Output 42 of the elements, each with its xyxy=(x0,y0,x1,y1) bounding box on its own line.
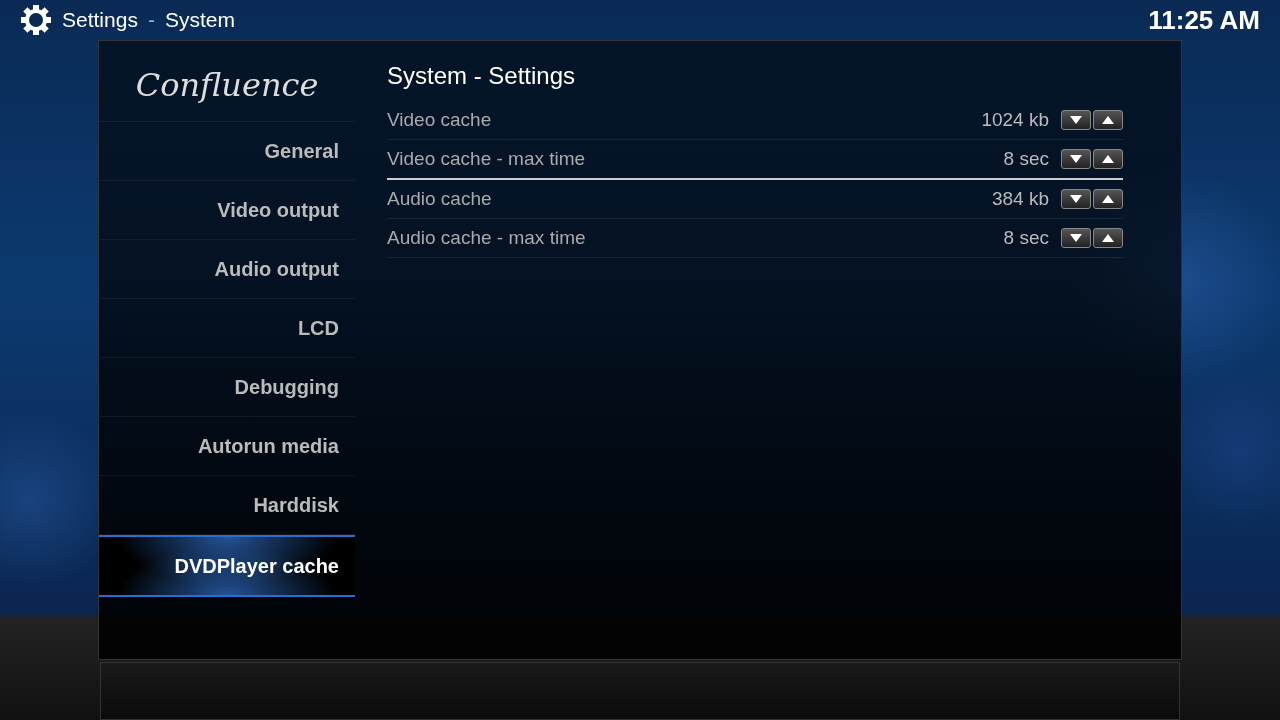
setting-value: 384 kb xyxy=(991,188,1049,210)
setting-row[interactable]: Audio cache - max time 8 sec xyxy=(387,219,1123,258)
setting-value: 8 sec xyxy=(1003,227,1049,249)
header-section: Settings xyxy=(62,8,138,32)
sidebar-item[interactable]: Debugging xyxy=(99,358,355,417)
decrease-button[interactable] xyxy=(1061,110,1091,130)
up-arrow-icon xyxy=(1102,155,1114,163)
increase-button[interactable] xyxy=(1093,189,1123,209)
setting-row[interactable]: Video cache - max time 8 sec xyxy=(387,140,1123,180)
setting-value: 1024 kb xyxy=(981,109,1049,131)
down-arrow-icon xyxy=(1070,116,1082,124)
content-title: System - Settings xyxy=(387,61,577,91)
clock: 11:25 AM xyxy=(1148,4,1260,36)
down-arrow-icon xyxy=(1070,155,1082,163)
settings-icon xyxy=(20,4,52,36)
setting-label: Video cache xyxy=(387,109,493,131)
setting-label: Video cache - max time xyxy=(387,148,587,170)
sidebar-item[interactable]: Audio output xyxy=(99,240,355,299)
sidebar-item[interactable]: Autorun media xyxy=(99,417,355,476)
down-arrow-icon xyxy=(1070,234,1082,242)
increase-button[interactable] xyxy=(1093,149,1123,169)
setting-label: Audio cache - max time xyxy=(387,227,587,249)
decrease-button[interactable] xyxy=(1061,228,1091,248)
setting-label: Audio cache xyxy=(387,188,493,210)
up-arrow-icon xyxy=(1102,234,1114,242)
setting-row[interactable]: Audio cache 384 kb xyxy=(387,180,1123,219)
up-arrow-icon xyxy=(1102,195,1114,203)
sidebar-item[interactable]: LCD xyxy=(99,299,355,358)
header-separator: - xyxy=(147,8,155,32)
increase-button[interactable] xyxy=(1093,228,1123,248)
down-arrow-icon xyxy=(1070,195,1082,203)
setting-row[interactable]: Video cache 1024 kb xyxy=(387,101,1123,140)
sidebar-item[interactable]: Video output xyxy=(99,181,355,240)
decrease-button[interactable] xyxy=(1061,149,1091,169)
up-arrow-icon xyxy=(1102,116,1114,124)
sidebar-item[interactable]: General xyxy=(99,122,355,181)
decrease-button[interactable] xyxy=(1061,189,1091,209)
increase-button[interactable] xyxy=(1093,110,1123,130)
setting-value: 8 sec xyxy=(1003,148,1049,170)
logo: Confluence xyxy=(99,49,355,122)
header-subsection: System xyxy=(164,8,235,32)
sidebar-item[interactable]: DVDPlayer cache xyxy=(99,535,355,597)
